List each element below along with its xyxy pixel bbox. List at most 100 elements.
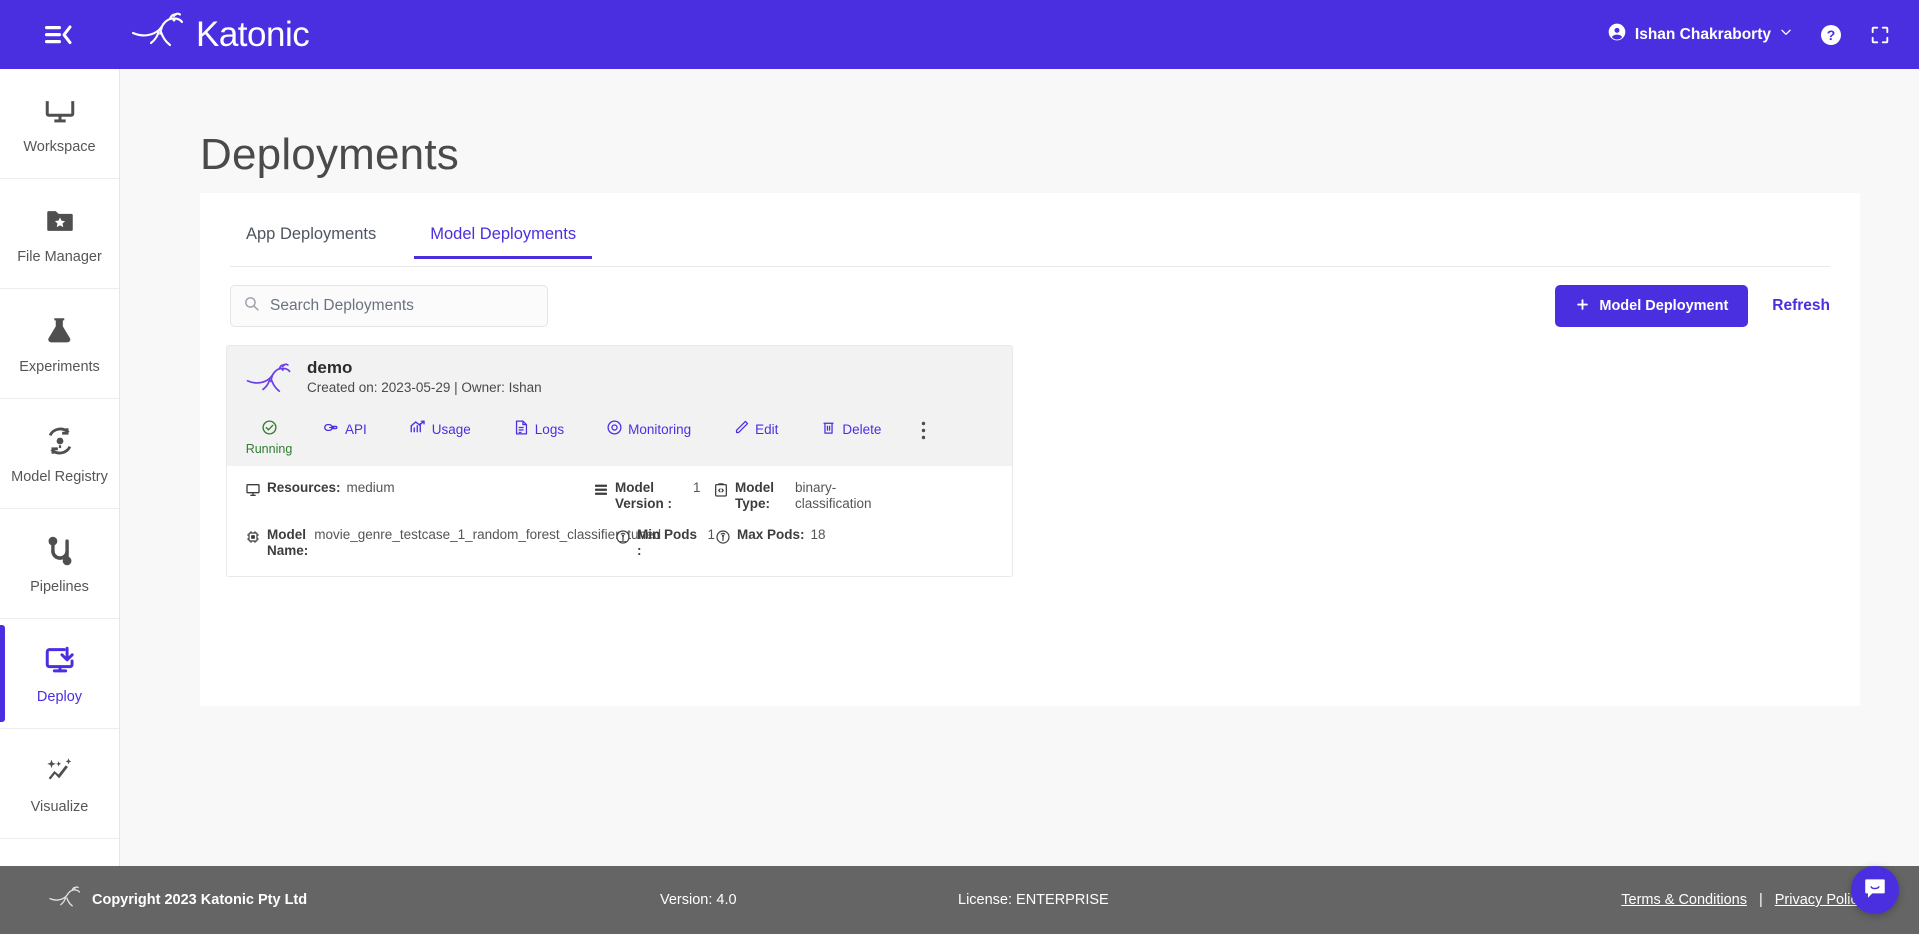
sidebar-item-deploy[interactable]: Deploy [0, 619, 119, 729]
document-icon [513, 419, 530, 439]
model-type-label: Model Type: [735, 480, 774, 511]
model-type-value: binary-classification [795, 480, 872, 511]
resources-label: Resources: [267, 480, 341, 495]
page-content: Deployments App Deployments Model Deploy… [120, 69, 1919, 866]
eye-target-icon [606, 419, 623, 439]
tab-app-deployments[interactable]: App Deployments [230, 221, 392, 258]
hamburger-collapse-icon[interactable] [36, 13, 80, 57]
plus-icon [1575, 297, 1590, 316]
api-label: API [345, 421, 367, 437]
api-button[interactable]: API [323, 419, 367, 439]
tab-model-deployments[interactable]: Model Deployments [414, 221, 592, 259]
min-pods-label: Min Pods : [637, 527, 697, 558]
pencil-icon [733, 419, 750, 439]
model-name-value: movie_genre_testcase_1_random_forest_cla… [314, 527, 661, 543]
info-min-pods: Min Pods : 1 [615, 527, 715, 558]
chevron-down-icon [1779, 25, 1793, 44]
max-pods-label: Max Pods: [737, 527, 805, 543]
model-version-value: 1 [693, 480, 701, 495]
sidebar-item-experiments[interactable]: Experiments [0, 289, 119, 399]
sidebar-item-label: File Manager [17, 249, 102, 266]
info-max-pods: Max Pods: 18 [715, 527, 845, 550]
chat-launcher-button[interactable] [1851, 866, 1899, 914]
logs-button[interactable]: Logs [513, 419, 564, 439]
search-input[interactable] [270, 297, 535, 315]
edit-button[interactable]: Edit [733, 419, 778, 439]
edit-label: Edit [755, 421, 779, 437]
min-pods-value: 1 [707, 527, 715, 543]
info-model-version: Model Version : 1 [593, 480, 713, 511]
footer-bar: Copyright 2023 Katonic Pty Ltd Version: … [0, 866, 1919, 934]
sidebar-item-label: Deploy [36, 689, 83, 706]
trash-icon [820, 419, 837, 439]
kebab-menu-icon[interactable] [921, 419, 926, 445]
tab-bar: App Deployments Model Deployments [230, 221, 1830, 267]
status-badge: Running [245, 419, 293, 456]
chat-bubble-icon [1862, 875, 1888, 906]
code-clipboard-icon [713, 480, 729, 503]
actions-row: Model Deployment Refresh [230, 285, 1830, 327]
deployment-card-header: demo Created on: 2023-05-29 | Owner: Ish… [227, 346, 1012, 413]
monitoring-button[interactable]: Monitoring [606, 419, 691, 439]
deployment-card-list: demo Created on: 2023-05-29 | Owner: Ish… [226, 345, 1860, 578]
sidebar-item-label: Pipelines [30, 579, 89, 596]
pod-icon [715, 527, 731, 550]
brand-name: Katonic [196, 14, 310, 54]
add-model-deployment-label: Model Deployment [1599, 298, 1729, 314]
info-model-type: Model Type: binary-classification [713, 480, 893, 511]
page-title: Deployments [200, 130, 459, 179]
sidebar-item-model-registry[interactable]: Model Registry [0, 399, 119, 509]
usage-label: Usage [431, 422, 471, 437]
deployments-panel: App Deployments Model Deployments Search… [200, 193, 1860, 706]
deployment-name: demo [307, 358, 353, 377]
search-icon [243, 295, 260, 317]
sidebar-item-pipelines[interactable]: Pipelines [0, 509, 119, 619]
sidebar-item-visualize[interactable]: Visualize [0, 729, 119, 839]
usage-button[interactable]: Usage [409, 419, 471, 440]
deploy-icon [40, 641, 80, 681]
logs-label: Logs [534, 421, 565, 437]
sidebar-nav: Workspace File Manager Experiments Model… [0, 69, 120, 934]
account-circle-icon [1607, 22, 1627, 47]
sparkle-chart-icon [40, 751, 80, 791]
sidebar-item-label: Experiments [19, 359, 100, 376]
monitor-icon [40, 91, 80, 131]
refresh-button[interactable]: Refresh [1772, 297, 1830, 315]
info-resources: Resources: medium [245, 480, 593, 503]
help-circle-icon[interactable]: ? [1819, 23, 1843, 47]
footer-license: License: ENTERPRISE [958, 892, 1109, 908]
info-row-1: Resources: medium Model Version: 1 Mode… [245, 480, 994, 511]
user-menu[interactable]: Ishan Chakraborty [1607, 22, 1793, 47]
monitor-icon [245, 480, 261, 503]
footer-version: Version: 4.0 [660, 892, 737, 908]
footer-copyright: Copyright 2023 Katonic Pty Ltd [92, 892, 308, 908]
search-box[interactable] [230, 285, 548, 327]
sidebar-item-label: Workspace [23, 139, 96, 156]
layers-icon [593, 480, 609, 503]
delete-button[interactable]: Delete [820, 419, 881, 439]
deployment-card: demo Created on: 2023-05-29 | Owner: Ish… [226, 345, 1013, 578]
fullscreen-icon[interactable] [1869, 24, 1891, 46]
deployment-actions-row: Running API Usage Logs Monitoring Edit D… [227, 413, 1012, 466]
right-actions: Model Deployment Refresh [1555, 285, 1830, 327]
sidebar-item-label: Visualize [30, 799, 89, 816]
model-registry-icon [40, 421, 80, 461]
brand-logo-group[interactable]: Katonic [130, 12, 310, 57]
add-model-deployment-button[interactable]: Model Deployment [1555, 285, 1749, 327]
sidebar-item-label: Model Registry [11, 469, 108, 486]
info-row-2: Model Name: movie_genre_testcase_1_rando… [245, 527, 994, 558]
pod-icon [615, 527, 631, 550]
deployment-card-body: Resources: medium Model Version: 1 Mode… [227, 466, 1012, 577]
topbar-right-group: Ishan Chakraborty ? [1607, 22, 1891, 47]
terms-link[interactable]: Terms & Conditions [1621, 892, 1747, 908]
sidebar-item-workspace[interactable]: Workspace [0, 69, 119, 179]
footer-links: Terms & Conditions | Privacy Policy [1621, 892, 1865, 908]
sidebar-item-file-manager[interactable]: File Manager [0, 179, 119, 289]
kangaroo-logo [48, 886, 82, 914]
model-name-label: Model Name: [267, 527, 309, 558]
link-icon [323, 419, 340, 439]
user-name-label: Ishan Chakraborty [1634, 25, 1771, 43]
monitoring-label: Monitoring [628, 421, 692, 437]
flask-icon [40, 311, 80, 351]
pipelines-icon [40, 531, 80, 571]
